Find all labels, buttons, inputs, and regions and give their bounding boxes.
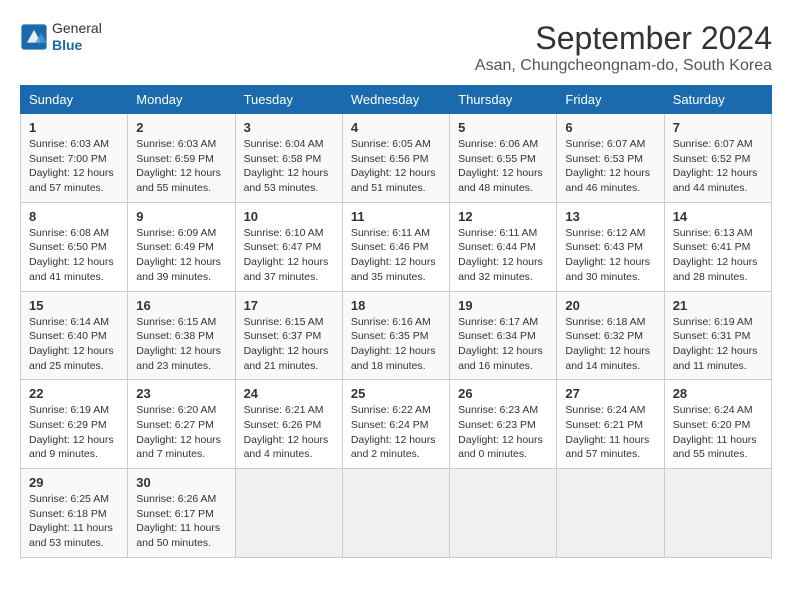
day-11: 11 Sunrise: 6:11 AMSunset: 6:46 PMDaylig… xyxy=(342,202,449,291)
day-9: 9 Sunrise: 6:09 AMSunset: 6:49 PMDayligh… xyxy=(128,202,235,291)
day-13: 13 Sunrise: 6:12 AMSunset: 6:43 PMDaylig… xyxy=(557,202,664,291)
col-saturday: Saturday xyxy=(664,86,771,114)
day-10: 10 Sunrise: 6:10 AMSunset: 6:47 PMDaylig… xyxy=(235,202,342,291)
week-row-1: 1 Sunrise: 6:03 AMSunset: 7:00 PMDayligh… xyxy=(21,114,772,203)
page-title: September 2024 xyxy=(475,20,772,57)
day-6: 6 Sunrise: 6:07 AMSunset: 6:53 PMDayligh… xyxy=(557,114,664,203)
day-19: 19 Sunrise: 6:17 AMSunset: 6:34 PMDaylig… xyxy=(450,291,557,380)
week-row-2: 8 Sunrise: 6:08 AMSunset: 6:50 PMDayligh… xyxy=(21,202,772,291)
day-25: 25 Sunrise: 6:22 AMSunset: 6:24 PMDaylig… xyxy=(342,380,449,469)
logo-general: General xyxy=(52,20,102,37)
day-14: 14 Sunrise: 6:13 AMSunset: 6:41 PMDaylig… xyxy=(664,202,771,291)
day-30: 30 Sunrise: 6:26 AMSunset: 6:17 PMDaylig… xyxy=(128,469,235,558)
empty-cell-4 xyxy=(557,469,664,558)
col-thursday: Thursday xyxy=(450,86,557,114)
day-12: 12 Sunrise: 6:11 AMSunset: 6:44 PMDaylig… xyxy=(450,202,557,291)
day-16: 16 Sunrise: 6:15 AMSunset: 6:38 PMDaylig… xyxy=(128,291,235,380)
day-24: 24 Sunrise: 6:21 AMSunset: 6:26 PMDaylig… xyxy=(235,380,342,469)
week-row-5: 29 Sunrise: 6:25 AMSunset: 6:18 PMDaylig… xyxy=(21,469,772,558)
col-tuesday: Tuesday xyxy=(235,86,342,114)
day-3: 3 Sunrise: 6:04 AMSunset: 6:58 PMDayligh… xyxy=(235,114,342,203)
logo-icon xyxy=(20,23,48,51)
empty-cell-5 xyxy=(664,469,771,558)
logo: General Blue xyxy=(20,20,102,54)
day-29: 29 Sunrise: 6:25 AMSunset: 6:18 PMDaylig… xyxy=(21,469,128,558)
day-2: 2 Sunrise: 6:03 AMSunset: 6:59 PMDayligh… xyxy=(128,114,235,203)
day-23: 23 Sunrise: 6:20 AMSunset: 6:27 PMDaylig… xyxy=(128,380,235,469)
day-17: 17 Sunrise: 6:15 AMSunset: 6:37 PMDaylig… xyxy=(235,291,342,380)
day-4: 4 Sunrise: 6:05 AMSunset: 6:56 PMDayligh… xyxy=(342,114,449,203)
col-wednesday: Wednesday xyxy=(342,86,449,114)
logo-blue: Blue xyxy=(52,37,102,54)
col-monday: Monday xyxy=(128,86,235,114)
day-1: 1 Sunrise: 6:03 AMSunset: 7:00 PMDayligh… xyxy=(21,114,128,203)
week-row-3: 15 Sunrise: 6:14 AMSunset: 6:40 PMDaylig… xyxy=(21,291,772,380)
day-28: 28 Sunrise: 6:24 AMSunset: 6:20 PMDaylig… xyxy=(664,380,771,469)
empty-cell-3 xyxy=(450,469,557,558)
empty-cell-2 xyxy=(342,469,449,558)
col-sunday: Sunday xyxy=(21,86,128,114)
day-26: 26 Sunrise: 6:23 AMSunset: 6:23 PMDaylig… xyxy=(450,380,557,469)
calendar-table: Sunday Monday Tuesday Wednesday Thursday… xyxy=(20,85,772,558)
day-8: 8 Sunrise: 6:08 AMSunset: 6:50 PMDayligh… xyxy=(21,202,128,291)
day-20: 20 Sunrise: 6:18 AMSunset: 6:32 PMDaylig… xyxy=(557,291,664,380)
week-row-4: 22 Sunrise: 6:19 AMSunset: 6:29 PMDaylig… xyxy=(21,380,772,469)
page-header: General Blue September 2024 Asan, Chungc… xyxy=(20,20,772,75)
empty-cell-1 xyxy=(235,469,342,558)
page-subtitle: Asan, Chungcheongnam-do, South Korea xyxy=(475,57,772,75)
calendar-header-row: Sunday Monday Tuesday Wednesday Thursday… xyxy=(21,86,772,114)
day-7: 7 Sunrise: 6:07 AMSunset: 6:52 PMDayligh… xyxy=(664,114,771,203)
day-18: 18 Sunrise: 6:16 AMSunset: 6:35 PMDaylig… xyxy=(342,291,449,380)
day-15: 15 Sunrise: 6:14 AMSunset: 6:40 PMDaylig… xyxy=(21,291,128,380)
day-22: 22 Sunrise: 6:19 AMSunset: 6:29 PMDaylig… xyxy=(21,380,128,469)
day-27: 27 Sunrise: 6:24 AMSunset: 6:21 PMDaylig… xyxy=(557,380,664,469)
col-friday: Friday xyxy=(557,86,664,114)
day-5: 5 Sunrise: 6:06 AMSunset: 6:55 PMDayligh… xyxy=(450,114,557,203)
day-21: 21 Sunrise: 6:19 AMSunset: 6:31 PMDaylig… xyxy=(664,291,771,380)
title-section: September 2024 Asan, Chungcheongnam-do, … xyxy=(475,20,772,75)
